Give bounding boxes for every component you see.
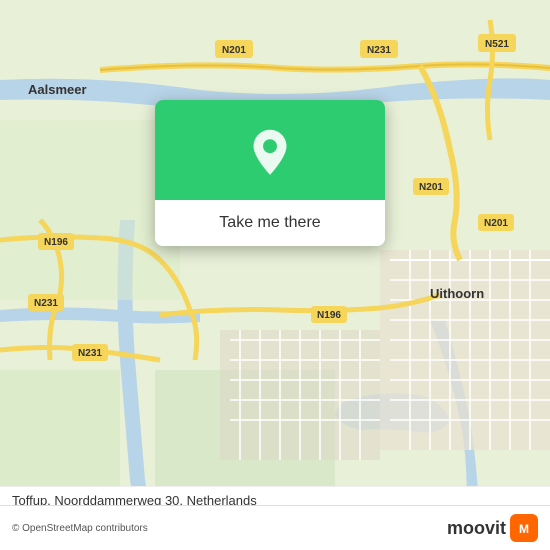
map-background: N521 N231 N201 N196 N231 N201 N201 N196 … (0, 0, 550, 550)
svg-text:N196: N196 (317, 310, 341, 321)
svg-text:N196: N196 (44, 237, 68, 248)
svg-text:M: M (519, 522, 529, 536)
popup-card: Take me there (155, 100, 385, 246)
bottom-bar: © OpenStreetMap contributors moovit M (0, 505, 550, 550)
map-attribution: © OpenStreetMap contributors (12, 523, 148, 534)
svg-text:N201: N201 (484, 218, 508, 229)
svg-text:N231: N231 (34, 298, 58, 309)
svg-text:Uithoorn: Uithoorn (430, 286, 484, 301)
svg-text:Aalsmeer: Aalsmeer (28, 82, 87, 97)
location-pin-icon (244, 128, 296, 180)
map-container: N521 N231 N201 N196 N231 N201 N201 N196 … (0, 0, 550, 550)
svg-text:N521: N521 (485, 39, 509, 50)
moovit-icon: M (510, 514, 538, 542)
svg-text:N231: N231 (367, 45, 391, 56)
svg-text:N201: N201 (419, 182, 443, 193)
moovit-logo: moovit M (447, 514, 538, 542)
moovit-brand-text: moovit (447, 518, 506, 539)
svg-text:N201: N201 (222, 45, 246, 56)
popup-green-section (155, 100, 385, 200)
svg-text:N231: N231 (78, 348, 102, 359)
take-me-there-button[interactable]: Take me there (155, 200, 385, 246)
